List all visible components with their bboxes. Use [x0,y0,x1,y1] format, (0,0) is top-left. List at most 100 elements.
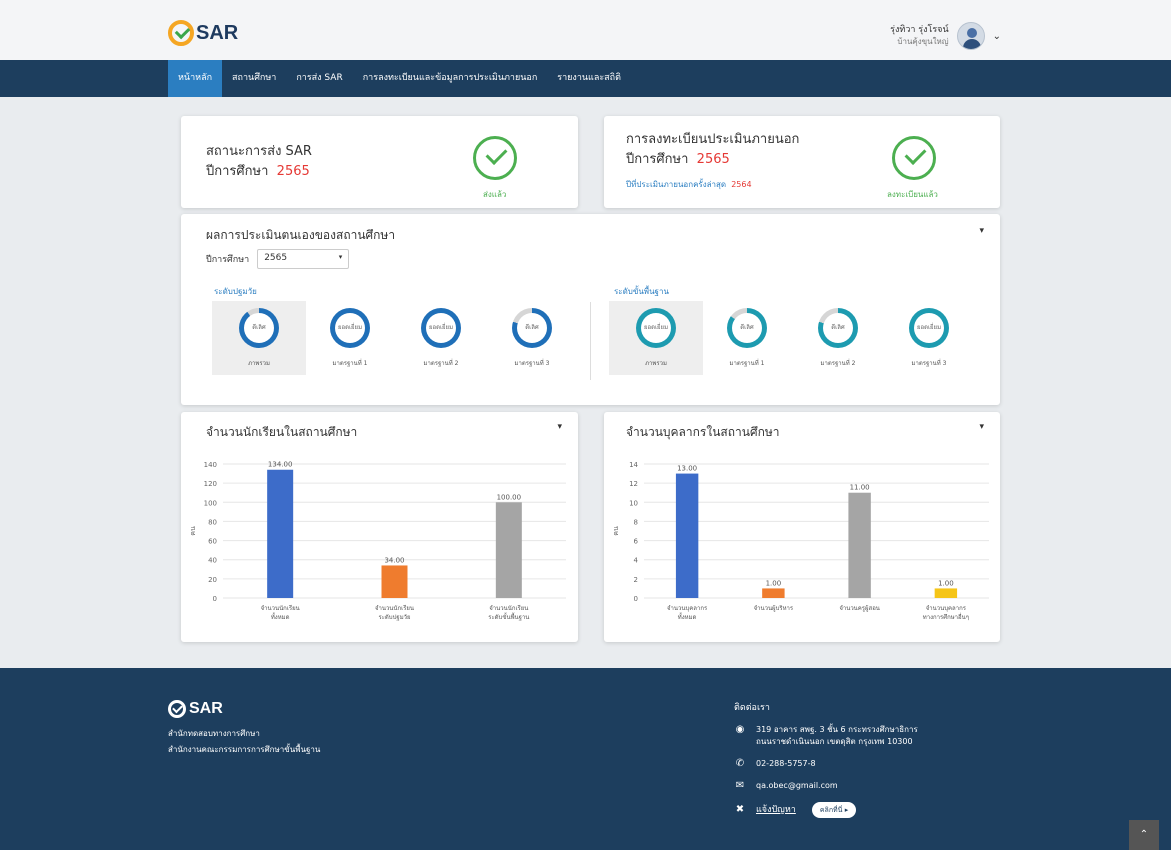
y-tick-label: 20 [208,576,217,584]
nav-item-4[interactable]: การลงทะเบียนและข้อมูลการประเมินภายนอก [353,60,548,97]
y-axis-label: คน [189,526,197,536]
nav-item-5[interactable]: รายงานและสถิติ [547,60,631,97]
early_childhood-standard-2[interactable]: ยอดเยี่ยมมาตรฐานที่ 2 [394,301,488,375]
year-filter-label: ปีการศึกษา [206,255,250,265]
collapse-caret-icon[interactable]: ▾ [979,422,984,432]
report-row: ✖ แจ้งปัญหา คลิกที่นี่ ▸ [734,802,918,818]
progress-ring: ดีเลิศ [512,308,552,348]
progress-ring: ดีเลิศ [818,308,858,348]
footer-org: สำนักทดสอบทางการศึกษา สำนักงานคณะกรรมการ… [168,726,320,758]
x-tick-label: จำนวนบุคลากร [667,605,708,612]
user-menu[interactable]: รุ่งทิวา รุ่งโรจน์ บ้านคุ้งขุนใหญ่ ⌄ [890,22,1001,50]
user-school: บ้านคุ้งขุนใหญ่ [897,37,949,46]
y-tick-label: 6 [634,538,639,546]
y-tick-label: 10 [629,499,638,507]
progress-ring: ยอดเยี่ยม [909,308,949,348]
ring-label: มาตรฐานที่ 2 [820,360,856,367]
ring-value: ยอดเยี่ยม [643,324,669,331]
x-tick-label: ระดับปฐมวัย [378,614,410,621]
y-tick-label: 80 [208,518,217,526]
progress-ring: ยอดเยี่ยม [330,308,370,348]
student-bar-chart: คน 0 20 40 60 80 100 120 140 134.00 จำนวนนักเรียนท… [189,461,566,621]
y-tick-label: 4 [634,557,639,565]
y-tick-label: 8 [634,518,638,526]
year-filter: ปีการศึกษา 2565 ▾ [206,249,350,269]
mail-icon: ✉ [735,780,745,791]
ring-label: ภาพรวม [248,360,270,367]
bar-value-label: 1.00 [766,579,782,587]
phone-icon: ✆ [735,758,745,769]
year-select[interactable]: 2565 ▾ [257,249,350,269]
user-info: รุ่งทิวา รุ่งโรจน์ บ้านคุ้งขุนใหญ่ [890,25,948,47]
x-tick-label: ทั้งหมด [678,611,697,621]
report-button[interactable]: คลิกที่นี่ ▸ [811,802,857,818]
bar-value-label: 11.00 [850,484,870,492]
nav-item-2[interactable]: สถานศึกษา [222,60,286,97]
ring-label: มาตรฐานที่ 2 [423,360,459,367]
external-eval-card: การลงทะเบียนประเมินภายนอก ปีการศึกษา 256… [604,116,1000,208]
footer-logo: SAR [168,700,223,718]
user-name: รุ่งทิวา รุ่งโรจน์ [890,25,949,35]
basic-standard-2[interactable]: ดีเลิศมาตรฐานที่ 2 [791,301,885,375]
y-tick-label: 0 [634,595,638,603]
ring-label: มาตรฐานที่ 1 [332,360,368,367]
student-chart-card: จำนวนนักเรียนในสถานศึกษา ▾ คน 0 20 40 60 80 10… [181,412,578,642]
progress-ring: ดีเลิศ [239,308,279,348]
external-eval-title: การลงทะเบียนประเมินภายนอก [626,132,800,147]
level-divider [590,302,591,380]
logo-check-icon [168,700,186,718]
avatar[interactable] [956,22,985,50]
x-tick-label: จำนวนผู้บริหาร [754,605,794,612]
x-tick-label: ทั้งหมด [271,611,290,621]
bar-value-label: 100.00 [497,493,522,501]
bar [762,588,785,598]
bar-value-label: 1.00 [938,579,954,587]
x-tick-label: ทางการศึกษาอื่นๆ [923,613,969,621]
sar-status-year: ปีการศึกษา 2565 [206,164,310,179]
sar-status-card: สถานะการส่ง SAR ปีการศึกษา 2565 ส่งแล้ว [181,116,578,208]
basic-standard-3[interactable]: ยอดเยี่ยม มาตรฐานที่ 3 [882,301,976,375]
staff-bar-chart: คน 0 2 4 6 8 10 12 14 13.00 จำนวนบุคลากรทั้งหมด 1.0… [612,461,989,621]
early_childhood-standard-0[interactable]: ดีเลิศภาพรวม [212,301,306,375]
check-circle-icon [473,136,517,180]
basic-standard-0[interactable]: ยอดเยี่ยม ภาพรวม [609,301,703,375]
collapse-caret-icon[interactable]: ▾ [557,422,562,432]
address-row: ◉ 319 อาคาร สพฐ. 3 ชั้น 6 กระทรวงศึกษาธิ… [735,724,918,746]
y-axis-label: คน [612,526,620,536]
bar [381,565,408,598]
self-assessment-card: ผลการประเมินตนเองของสถานศึกษา ▾ ปีการศึก… [181,214,1000,405]
x-tick-label: จำนวนครูผู้สอน [839,605,880,612]
y-tick-label: 100 [204,499,217,507]
y-tick-label: 2 [634,576,638,584]
staff-chart-title: จำนวนบุคลากรในสถานศึกษา [626,425,780,439]
select-arrow-icon: ▾ [338,253,343,261]
ring-value: ดีเลิศ [831,324,845,331]
email-row[interactable]: ✉ qa.obec@gmail.com [734,780,918,792]
location-pin-icon: ◉ [735,724,745,735]
collapse-caret-icon[interactable]: ▾ [979,226,984,236]
nav-item-1[interactable]: หน้าหลัก [168,60,223,97]
report-label: แจ้งปัญหา [756,805,796,815]
y-tick-label: 40 [208,557,217,565]
footer-logo-text: SAR [189,700,223,717]
basic-standard-1[interactable]: ดีเลิศ มาตรฐานที่ 1 [700,301,794,375]
external-eval-year: ปีการศึกษา 2565 [626,152,730,167]
ring-value: ยอดเยี่ยม [428,324,454,331]
chevron-down-icon[interactable]: ⌄ [993,31,1001,42]
early_childhood-standard-1[interactable]: ยอดเยี่ยมมาตรฐานที่ 1 [303,301,397,375]
early_childhood-standard-3[interactable]: ดีเลิศ มาตรฐานที่ 3 [485,301,579,375]
bar [848,492,871,598]
scroll-to-top-button[interactable]: ⌃ [1129,820,1159,850]
sar-logo[interactable]: SAR [168,20,238,46]
basic-level-title: ระดับขั้นพื้นฐาน [614,287,669,296]
sar-status-title: สถานะการส่ง SAR [206,144,312,159]
self-assessment-title: ผลการประเมินตนเองของสถานศึกษา [206,228,396,242]
y-tick-label: 120 [204,480,217,488]
nav-item-3[interactable]: การส่ง SAR [286,60,352,97]
phone-row: ✆ 02-288-5757-8 [735,758,816,769]
y-tick-label: 12 [629,480,638,488]
ring-value: ยอดเยี่ยม [916,324,942,331]
top-header: SAR รุ่งทิวา รุ่งโรจน์ บ้านคุ้งขุนใหญ่ ⌄ [0,0,1171,60]
last-eval-year[interactable]: ปีที่ประเมินภายนอกครั้งล่าสุด 2564 [626,178,799,191]
main-navbar: หน้าหลัก สถานศึกษา การส่ง SAR การลงทะเบียนแ… [0,60,1171,97]
